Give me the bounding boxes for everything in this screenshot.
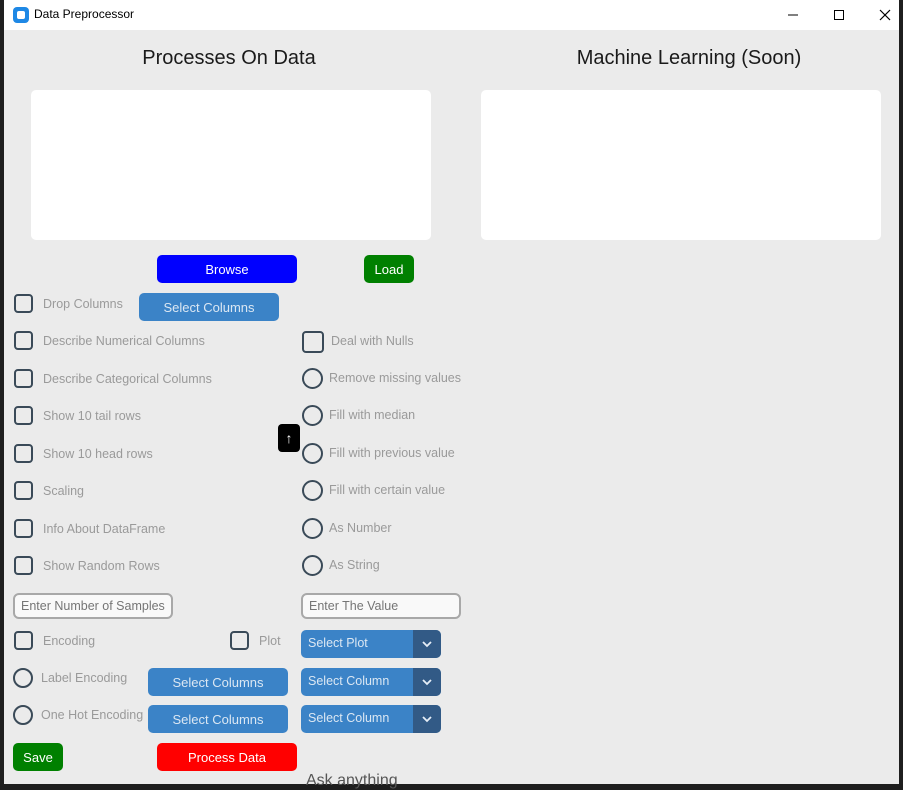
data-preview-panel (31, 90, 431, 240)
label-encoding-radio[interactable] (13, 668, 33, 688)
head-rows-label: Show 10 head rows (43, 447, 153, 461)
chevron-down-icon[interactable] (413, 668, 441, 696)
select-column-dropdown-2[interactable]: Select Column (301, 705, 441, 733)
save-button[interactable]: Save (13, 743, 63, 771)
encoding-label: Encoding (43, 634, 96, 648)
minimize-icon[interactable] (770, 0, 816, 30)
describe-categorical-label: Describe Categorical Columns (43, 372, 212, 386)
process-data-button[interactable]: Process Data (157, 743, 297, 771)
value-input[interactable] (301, 593, 461, 619)
remove-missing-radio[interactable] (302, 368, 323, 389)
select-plot-dropdown[interactable]: Select Plot (301, 630, 441, 658)
fill-certain-label: Fill with certain value (329, 483, 446, 497)
fill-previous-radio[interactable] (302, 443, 323, 464)
maximize-icon[interactable] (816, 0, 862, 30)
deal-nulls-checkbox[interactable] (302, 331, 324, 353)
describe-categorical-checkbox[interactable] (14, 369, 33, 388)
select-column-dropdown-1[interactable]: Select Column (301, 668, 441, 696)
one-hot-radio[interactable] (13, 705, 33, 725)
ml-panel (481, 90, 881, 240)
chevron-down-icon[interactable] (413, 705, 441, 733)
as-string-label: As String (329, 558, 380, 572)
head-rows-checkbox[interactable] (14, 444, 33, 463)
random-rows-label: Show Random Rows (43, 559, 160, 573)
describe-numerical-checkbox[interactable] (14, 331, 33, 350)
title-bar: Data Preprocessor (4, 0, 899, 30)
app-icon (13, 7, 29, 23)
scaling-label: Scaling (43, 484, 84, 498)
as-number-radio[interactable] (302, 518, 323, 539)
select-columns-onehot-button[interactable]: Select Columns (148, 705, 288, 733)
browse-button[interactable]: Browse (157, 255, 297, 283)
info-checkbox[interactable] (14, 519, 33, 538)
select-column-1-value: Select Column (308, 674, 390, 688)
select-column-2-value: Select Column (308, 711, 390, 725)
tail-rows-checkbox[interactable] (14, 406, 33, 425)
chevron-down-icon[interactable] (413, 630, 441, 658)
taskbar-search-text: Ask anything (306, 772, 398, 789)
deal-nulls-label: Deal with Nulls (331, 334, 414, 348)
label-encoding-label: Label Encoding (41, 671, 128, 685)
select-plot-value: Select Plot (308, 636, 368, 650)
fill-median-label: Fill with median (329, 408, 416, 422)
encoding-checkbox[interactable] (14, 631, 33, 650)
scaling-checkbox[interactable] (14, 481, 33, 500)
remove-missing-label: Remove missing values (329, 371, 461, 385)
random-rows-checkbox[interactable] (14, 556, 33, 575)
plot-checkbox[interactable] (230, 631, 249, 650)
arrow-up-icon: ↑ (285, 430, 293, 446)
drop-columns-checkbox[interactable] (14, 294, 33, 313)
fill-certain-radio[interactable] (302, 480, 323, 501)
ml-heading: Machine Learning (Soon) (576, 47, 802, 69)
select-columns-drop-button[interactable]: Select Columns (139, 293, 279, 321)
as-number-label: As Number (329, 521, 392, 535)
samples-input[interactable] (13, 593, 173, 619)
window-title: Data Preprocessor (34, 7, 135, 21)
processes-heading: Processes On Data (142, 47, 316, 69)
info-label: Info About DataFrame (43, 522, 166, 536)
scroll-up-button[interactable]: ↑ (278, 424, 300, 452)
fill-previous-label: Fill with previous value (329, 446, 455, 460)
close-icon[interactable] (862, 0, 903, 30)
app-window: Data Preprocessor Processes On Data Mach… (0, 0, 903, 784)
fill-median-radio[interactable] (302, 405, 323, 426)
load-button[interactable]: Load (364, 255, 414, 283)
one-hot-label: One Hot Encoding (41, 708, 144, 722)
as-string-radio[interactable] (302, 555, 323, 576)
drop-columns-label: Drop Columns (43, 297, 123, 311)
select-columns-label-button[interactable]: Select Columns (148, 668, 288, 696)
describe-numerical-label: Describe Numerical Columns (43, 334, 205, 348)
tail-rows-label: Show 10 tail rows (43, 409, 141, 423)
plot-label: Plot (259, 634, 281, 648)
